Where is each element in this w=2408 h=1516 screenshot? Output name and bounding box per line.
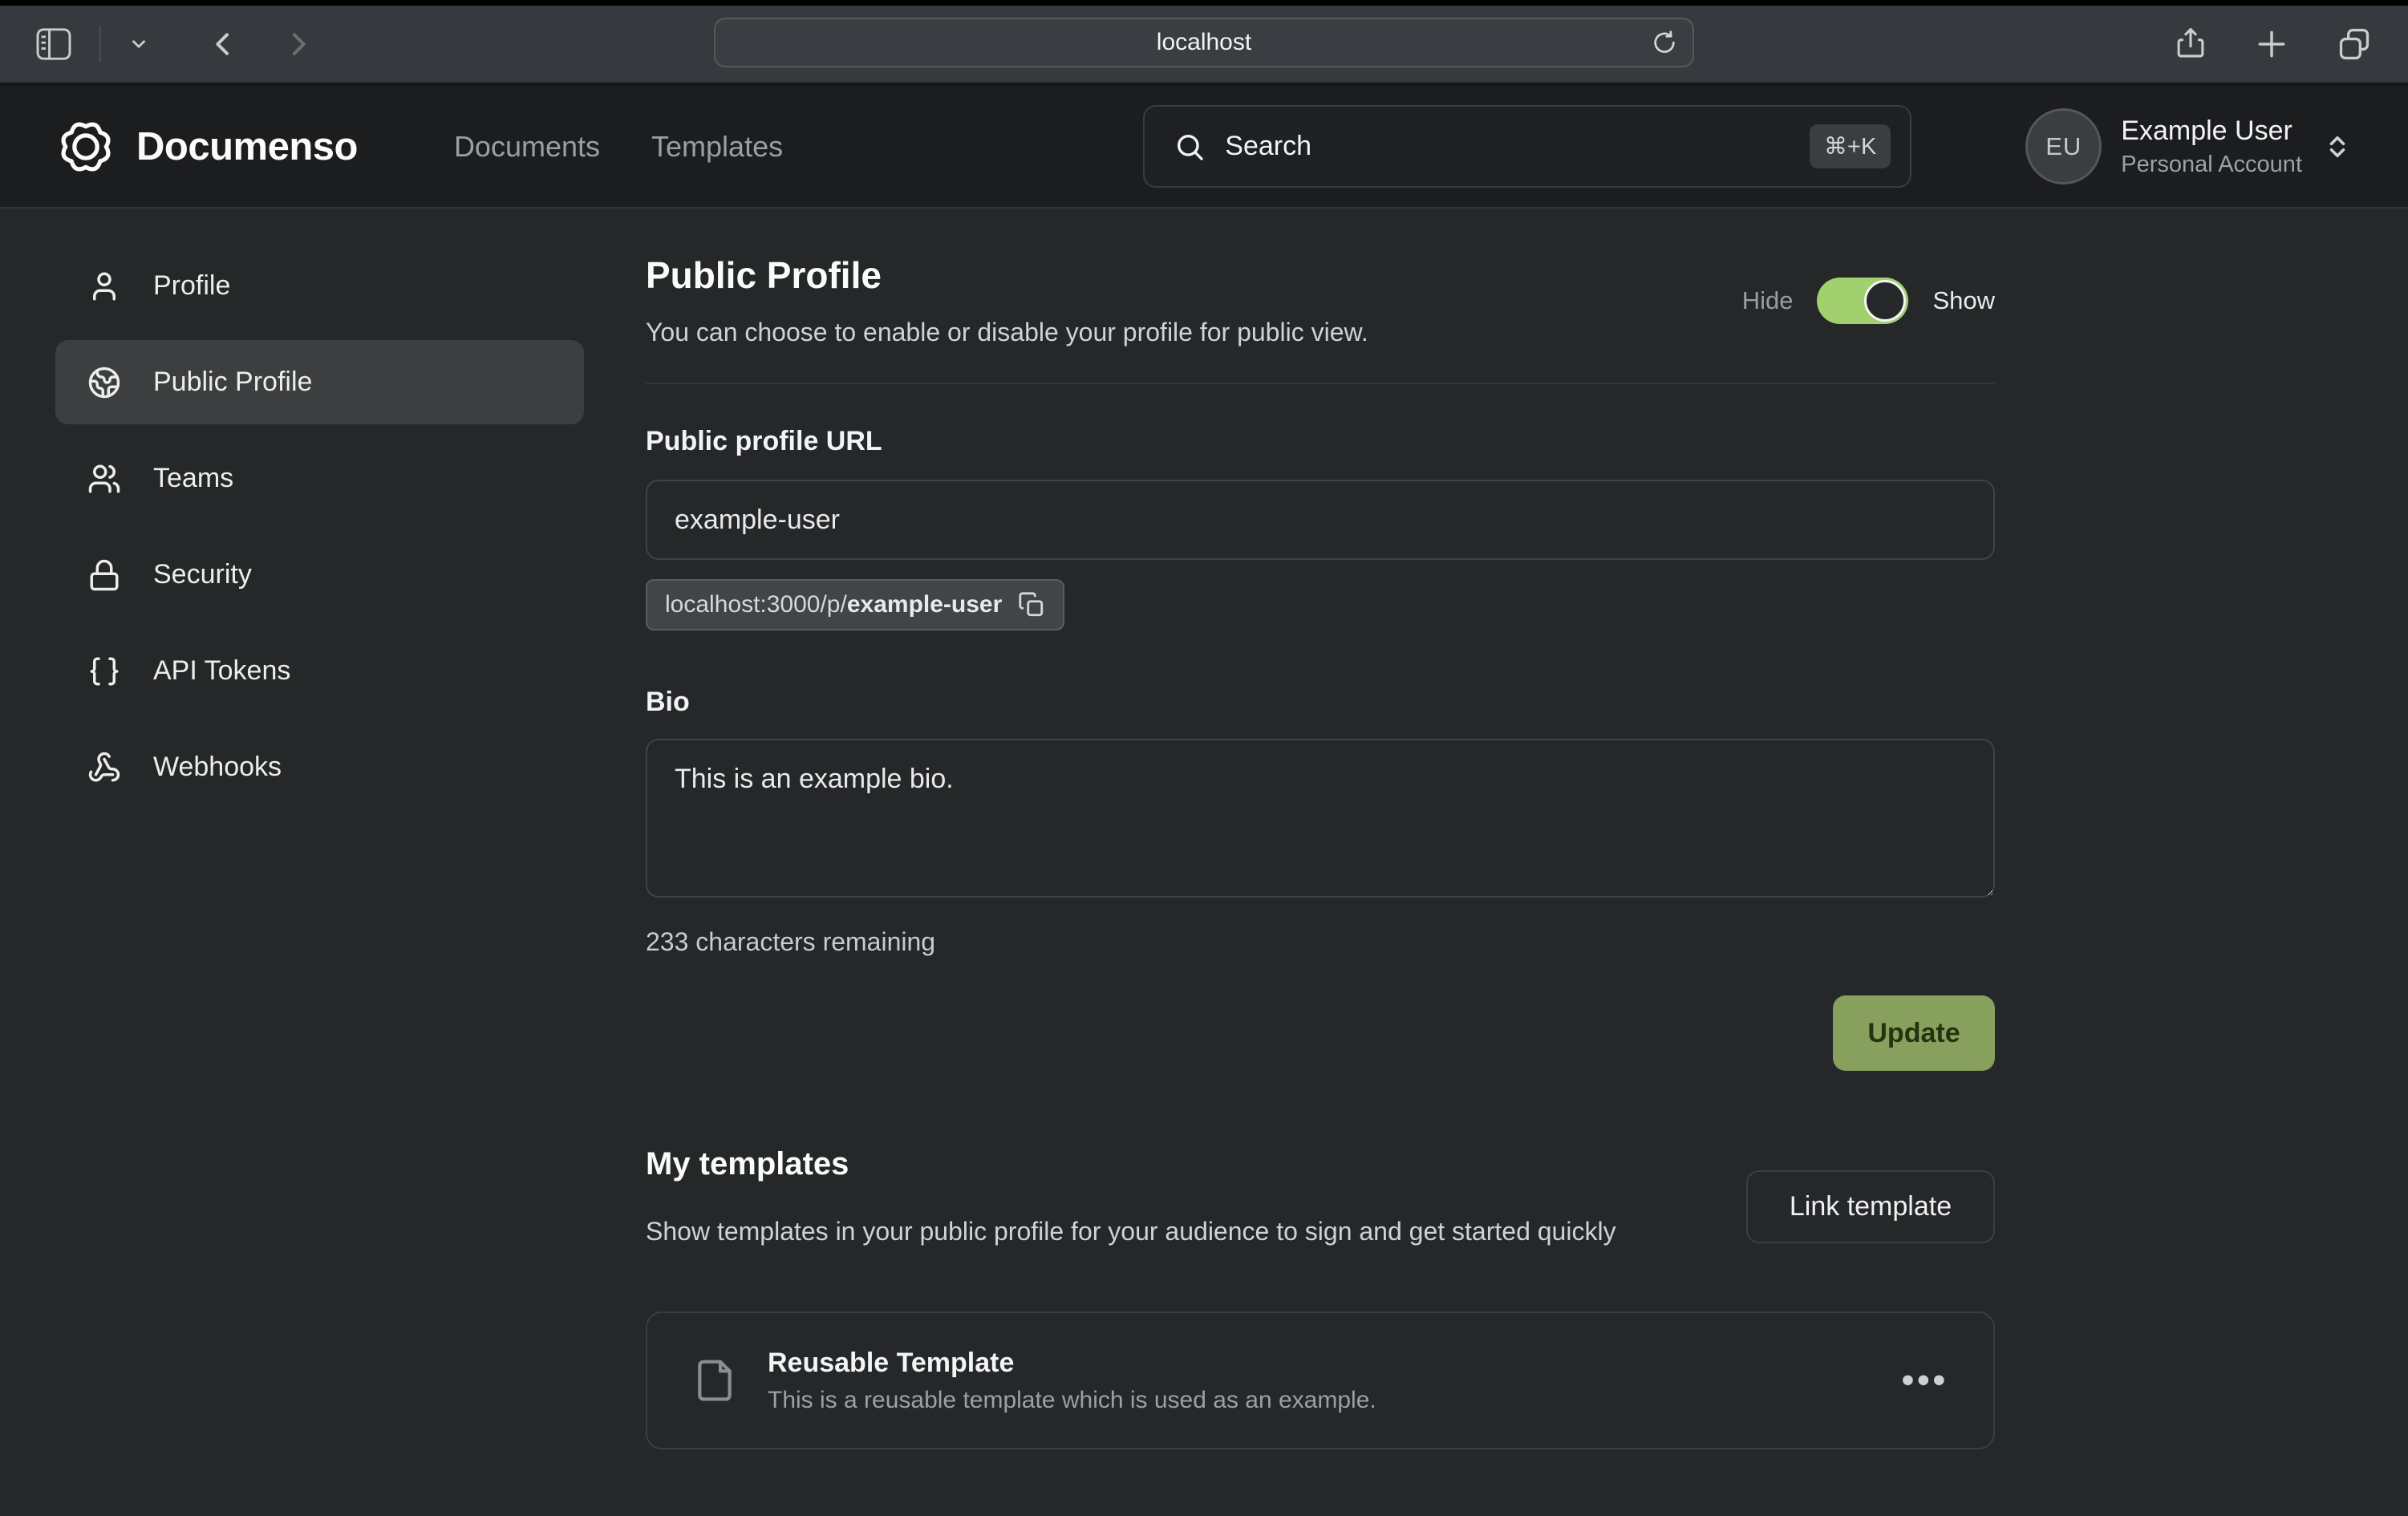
forward-icon[interactable] xyxy=(279,23,318,65)
template-description: This is a reusable template which is use… xyxy=(768,1387,1376,1414)
switch-knob xyxy=(1864,280,1906,322)
page-subtitle: You can choose to enable or disable your… xyxy=(646,318,1368,347)
share-icon[interactable] xyxy=(2171,22,2211,67)
public-profile-url-label: Public profile URL xyxy=(646,426,1995,457)
toggle-hide-label: Hide xyxy=(1742,286,1794,315)
sidebar-item-teams[interactable]: Teams xyxy=(55,436,584,521)
link-template-button[interactable]: Link template xyxy=(1746,1170,1995,1243)
profile-visibility-toggle-row: Hide Show xyxy=(1742,278,1995,324)
bio-textarea[interactable]: This is an example bio. xyxy=(646,739,1995,898)
public-profile-url-input[interactable] xyxy=(646,480,1995,560)
search-input[interactable] xyxy=(1225,131,1790,162)
main-content: Public Profile You can choose to enable … xyxy=(646,209,1995,1516)
page-body: Profile Public Profile Teams xyxy=(0,209,2408,1516)
app-header: Documenso Documents Templates ⌘+K EU Exa… xyxy=(0,86,2408,209)
user-icon xyxy=(87,270,121,303)
settings-sidebar: Profile Public Profile Teams xyxy=(0,209,590,1516)
nav-templates[interactable]: Templates xyxy=(651,130,783,164)
address-bar[interactable]: localhost xyxy=(714,18,1694,67)
user-name: Example User xyxy=(2121,116,2302,147)
browser-toolbar: localhost xyxy=(0,0,2408,86)
primary-nav: Documents Templates xyxy=(454,130,783,164)
page-title: Public Profile xyxy=(646,253,1368,297)
section-divider xyxy=(646,383,1995,384)
chevron-down-icon[interactable] xyxy=(125,30,152,58)
toolbar-divider xyxy=(99,26,101,62)
new-tab-icon[interactable] xyxy=(2251,23,2292,65)
avatar: EU xyxy=(2025,108,2102,184)
sidebar-toggle-icon[interactable] xyxy=(32,25,75,63)
sidebar-item-profile[interactable]: Profile xyxy=(55,244,584,328)
back-icon[interactable] xyxy=(204,23,242,65)
refresh-icon[interactable] xyxy=(1651,29,1678,56)
nav-documents[interactable]: Documents xyxy=(454,130,600,164)
globe-icon xyxy=(87,366,121,399)
profile-url-preview: localhost:3000/p/example-user xyxy=(665,591,1002,618)
tabs-overview-icon[interactable] xyxy=(2333,23,2376,65)
lock-icon xyxy=(87,558,121,592)
brand-name: Documenso xyxy=(136,124,358,169)
search-icon xyxy=(1174,131,1206,163)
search-shortcut-badge: ⌘+K xyxy=(1810,124,1891,168)
profile-visibility-switch[interactable] xyxy=(1817,278,1908,324)
update-button[interactable]: Update xyxy=(1833,995,1995,1071)
webhook-icon xyxy=(87,751,121,784)
sidebar-item-api-tokens[interactable]: API Tokens xyxy=(55,629,584,713)
sidebar-item-webhooks[interactable]: Webhooks xyxy=(55,725,584,809)
template-title: Reusable Template xyxy=(768,1348,1376,1379)
toggle-show-label: Show xyxy=(1932,286,1995,315)
account-menu[interactable]: EU Example User Personal Account xyxy=(2025,108,2352,184)
address-bar-url: localhost xyxy=(1157,29,1251,56)
bio-label: Bio xyxy=(646,687,1995,718)
more-options-icon[interactable]: ••• xyxy=(1902,1373,1948,1388)
profile-url-preview-chip[interactable]: localhost:3000/p/example-user xyxy=(646,579,1064,630)
search-bar[interactable]: ⌘+K xyxy=(1143,105,1911,188)
braces-icon xyxy=(87,655,121,688)
characters-remaining: 233 characters remaining xyxy=(646,927,1995,957)
sidebar-item-security[interactable]: Security xyxy=(55,533,584,617)
my-templates-description: Show templates in your public profile fo… xyxy=(646,1211,1616,1252)
brand[interactable]: Documenso xyxy=(56,117,358,176)
user-account-type: Personal Account xyxy=(2121,152,2302,178)
documenso-logo-icon xyxy=(56,117,116,176)
my-templates-title: My templates xyxy=(646,1146,1616,1182)
sidebar-item-public-profile[interactable]: Public Profile xyxy=(55,340,584,424)
template-list-item[interactable]: Reusable Template This is a reusable tem… xyxy=(646,1311,1995,1449)
app-window: localhost xyxy=(0,0,2408,1516)
copy-icon[interactable] xyxy=(1018,591,1045,618)
file-icon xyxy=(692,1356,737,1405)
users-icon xyxy=(87,462,121,496)
chevrons-up-down-icon xyxy=(2323,129,2352,164)
